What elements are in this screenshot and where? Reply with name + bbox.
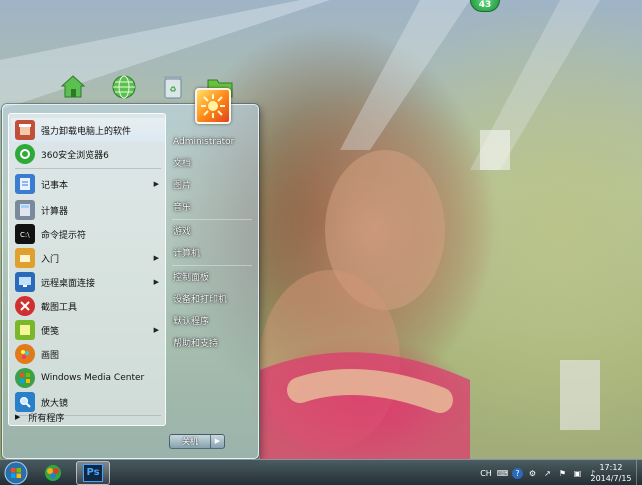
- expand-arrow-icon: ▶: [15, 413, 21, 421]
- program-item-getting-started[interactable]: 入门 ▶: [11, 246, 165, 270]
- programs-pane: 强力卸载电脑上的软件 360安全浏览器6 记事本 ▶ 计算器 C:\ 命令提示符…: [8, 113, 166, 426]
- program-label: 命令提示符: [41, 230, 87, 241]
- program-label: 入门: [41, 254, 60, 265]
- program-item-calculator[interactable]: 计算器: [11, 198, 165, 222]
- arrow-icon[interactable]: ↗: [542, 468, 553, 479]
- help-icon[interactable]: ?: [512, 467, 523, 479]
- show-desktop-button[interactable]: [636, 460, 642, 485]
- separator: [172, 219, 252, 220]
- calculator-icon: [15, 200, 35, 220]
- input-language-indicator[interactable]: CH: [479, 468, 493, 479]
- browser-360-icon: [45, 465, 61, 481]
- program-label: 放大镜: [41, 398, 69, 409]
- svg-text:C:\: C:\: [20, 231, 30, 239]
- home-icon[interactable]: [56, 70, 90, 104]
- start-menu: 强力卸载电脑上的软件 360安全浏览器6 记事本 ▶ 计算器 C:\ 命令提示符…: [2, 104, 259, 459]
- program-label: 画图: [41, 350, 60, 361]
- system-clock[interactable]: 17:12 2014/7/15: [588, 462, 634, 484]
- program-item-uninstall[interactable]: 强力卸载电脑上的软件: [11, 118, 165, 142]
- paint-icon: [15, 344, 35, 364]
- taskbar-photoshop[interactable]: Ps: [76, 461, 110, 485]
- recycle-bin-icon[interactable]: ♻: [156, 70, 190, 104]
- program-label: 强力卸载电脑上的软件: [41, 126, 132, 137]
- flag-icon[interactable]: ⚑: [557, 468, 568, 479]
- uninstall-icon: [15, 120, 35, 140]
- tools-icon[interactable]: ⚙: [527, 468, 538, 479]
- getting-started-icon: [15, 248, 35, 268]
- right-item-administrator[interactable]: Administrator: [173, 133, 257, 151]
- program-item-360-browser[interactable]: 360安全浏览器6: [11, 142, 165, 166]
- taskbar-360-browser[interactable]: [36, 461, 70, 485]
- shutdown-options-arrow-icon[interactable]: ▶: [210, 435, 224, 448]
- system-tray: CH ⌨ ? ⚙ ↗ ⚑ ▣ ♪: [479, 465, 598, 481]
- program-item-media-center[interactable]: Windows Media Center: [11, 366, 165, 390]
- places-pane: Administrator 文档 图片 音乐 游戏 计算机 控制面板 设备和打印…: [168, 133, 256, 433]
- shutdown-button[interactable]: 关机: [170, 435, 210, 448]
- program-item-cmd[interactable]: C:\ 命令提示符: [11, 222, 165, 246]
- program-item-remote-desktop[interactable]: 远程桌面连接 ▶: [11, 270, 165, 294]
- right-item-default-programs[interactable]: 默认程序: [173, 313, 257, 331]
- right-item-documents[interactable]: 文档: [173, 155, 257, 173]
- keyboard-icon[interactable]: ⌨: [497, 468, 509, 479]
- cmd-icon: C:\: [15, 224, 35, 244]
- all-programs-label: 所有程序: [28, 413, 65, 424]
- program-item-snipping-tool[interactable]: 截图工具: [11, 294, 165, 318]
- program-item-paint[interactable]: 画图: [11, 342, 165, 366]
- program-label: 截图工具: [41, 302, 78, 313]
- svg-text:♻: ♻: [169, 85, 176, 94]
- program-item-sticky-notes[interactable]: 便笺 ▶: [11, 318, 165, 342]
- program-label: 便笺: [41, 326, 60, 337]
- program-label: 计算器: [41, 206, 69, 217]
- right-item-control-panel[interactable]: 控制面板: [173, 269, 257, 287]
- browser-360-icon: [15, 144, 35, 164]
- submenu-arrow-icon: ▶: [153, 326, 159, 334]
- photoshop-icon: Ps: [83, 464, 103, 482]
- submenu-arrow-icon: ▶: [153, 180, 159, 188]
- notification-badge[interactable]: 43: [470, 0, 500, 12]
- right-item-games[interactable]: 游戏: [173, 223, 257, 241]
- separator: [172, 265, 252, 266]
- submenu-arrow-icon: ▶: [153, 254, 159, 262]
- program-label: Windows Media Center: [41, 373, 145, 383]
- search-area: [8, 430, 166, 454]
- right-item-pictures[interactable]: 图片: [173, 177, 257, 195]
- right-item-devices-printers[interactable]: 设备和打印机: [173, 291, 257, 309]
- clock-date: 2014/7/15: [590, 474, 632, 483]
- start-orb-icon: [4, 461, 28, 485]
- globe-icon[interactable]: [107, 70, 141, 104]
- program-item-notepad[interactable]: 记事本 ▶: [11, 172, 165, 196]
- media-center-icon: [15, 368, 35, 388]
- all-programs-button[interactable]: ▶ 所有程序: [9, 409, 165, 425]
- user-avatar[interactable]: [195, 88, 231, 124]
- remote-desktop-icon: [15, 272, 35, 292]
- right-item-help-support[interactable]: 帮助和支持: [173, 335, 257, 353]
- notepad-icon: [15, 174, 35, 194]
- sticky-notes-icon: [15, 320, 35, 340]
- network-icon[interactable]: ▣: [572, 468, 583, 479]
- photoshop-label: Ps: [86, 467, 100, 478]
- right-item-computer[interactable]: 计算机: [173, 245, 257, 263]
- snipping-tool-icon: [15, 296, 35, 316]
- taskbar: Ps CH ⌨ ? ⚙ ↗ ⚑ ▣ ♪ 17:12 2014/7/15: [0, 459, 642, 485]
- program-label: 记事本: [41, 180, 69, 191]
- separator: [15, 168, 161, 169]
- right-item-music[interactable]: 音乐: [173, 199, 257, 217]
- clock-time: 17:12: [599, 463, 623, 472]
- start-button[interactable]: [2, 460, 30, 485]
- shutdown-button-group: 关机 ▶: [169, 434, 225, 449]
- program-label: 远程桌面连接: [41, 278, 96, 289]
- submenu-arrow-icon: ▶: [153, 278, 159, 286]
- program-label: 360安全浏览器6: [41, 150, 109, 161]
